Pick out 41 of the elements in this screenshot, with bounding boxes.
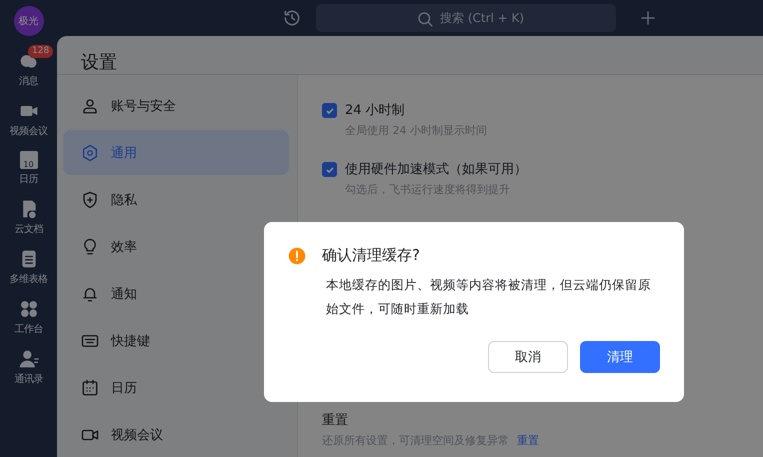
dialog-message: 本地缓存的图片、视频等内容将被清理，但云端仍保留原始文件，可随时重新加载 (326, 276, 652, 318)
contact-person-icon (18, 349, 38, 369)
history-icon (282, 8, 302, 28)
unread-badge: 128 (28, 45, 54, 58)
section-title: 重置 (322, 412, 349, 429)
settings-nav-item[interactable]: 效率 (63, 224, 289, 269)
search-field[interactable]: 搜索 (Ctrl + K) (316, 4, 616, 32)
rail-item[interactable]: 消息 (19, 74, 38, 88)
rail-item[interactable]: 日历 (19, 172, 38, 186)
clear-button[interactable]: 清理 (580, 341, 660, 373)
check-icon (324, 164, 334, 174)
option-label: 24 小时制 (345, 102, 406, 119)
settings-nav-item[interactable]: 账号与安全 (63, 83, 289, 128)
shield-plus-icon (81, 190, 99, 208)
plus-icon (640, 10, 656, 26)
checkbox[interactable] (322, 103, 337, 118)
calendar-icon (81, 378, 99, 396)
settings-nav-item[interactable]: 日历 (63, 365, 289, 410)
search-icon (416, 10, 434, 28)
person-icon (81, 96, 99, 114)
four-dots-icon (18, 299, 38, 319)
rail-item[interactable]: 通讯录 (14, 372, 43, 386)
rail-item[interactable]: 视频会议 (10, 124, 48, 138)
option-label: 使用硬件加速模式（如果可用） (345, 161, 527, 178)
settings-nav-item[interactable]: 通知 (63, 271, 289, 316)
settings-icon (81, 144, 99, 162)
warning-icon (288, 246, 306, 264)
avatar[interactable]: 极光 (14, 6, 44, 36)
lightbulb-icon (81, 238, 99, 256)
check-icon (324, 106, 334, 116)
cancel-button[interactable]: 取消 (488, 341, 568, 373)
settings-nav-item[interactable]: 视频会议 (63, 412, 289, 457)
checkbox[interactable] (322, 162, 337, 177)
reset-link[interactable]: 重置 (517, 433, 539, 448)
rail-item[interactable]: 多维表格 (10, 272, 48, 286)
settings-nav-item[interactable]: 快捷键 (63, 318, 289, 363)
settings-nav-item[interactable]: 隐私 (63, 177, 289, 222)
calendar-icon: 10 (20, 151, 38, 169)
rail-item[interactable]: 云文档 (14, 222, 43, 236)
dialog-title: 确认清理缓存? (322, 246, 420, 265)
rail-item[interactable]: 工作台 (14, 322, 43, 336)
